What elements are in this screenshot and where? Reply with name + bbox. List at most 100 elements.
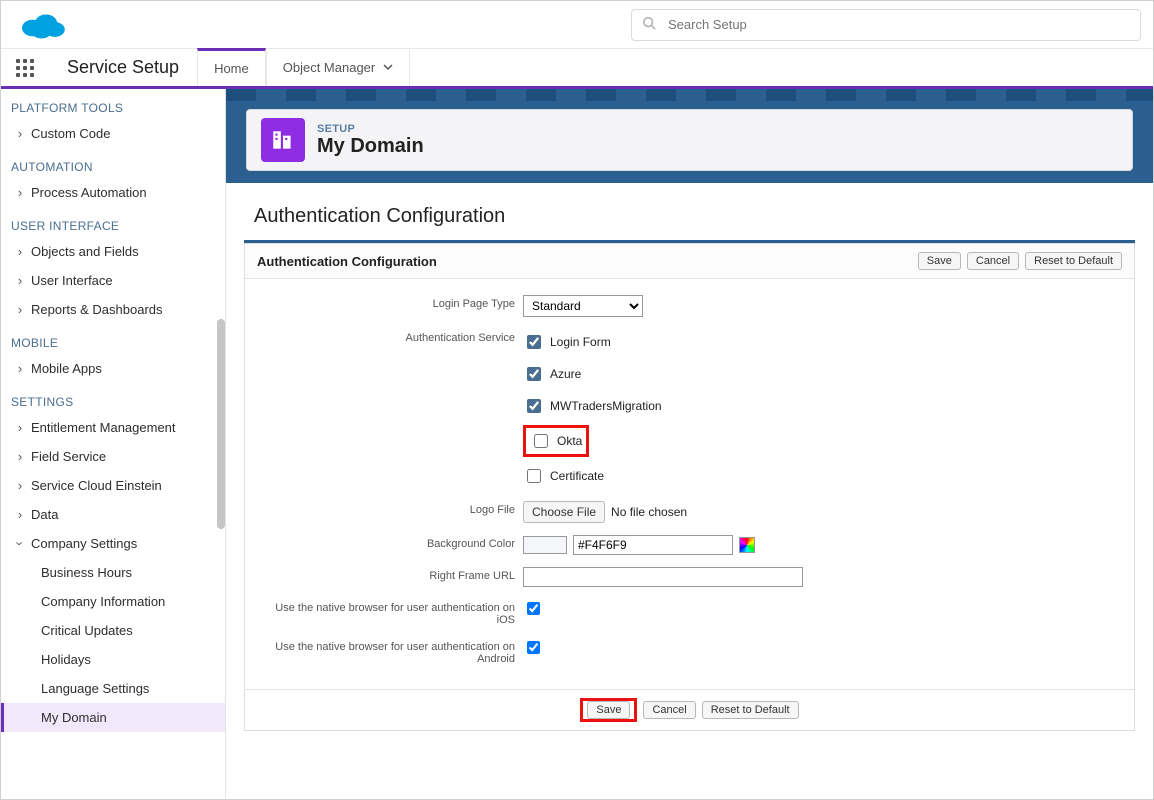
option-label: Login Form [550,335,611,349]
option-label: Okta [557,434,582,448]
search-input[interactable] [666,16,1130,33]
sidebar-item-company-information[interactable]: Company Information [1,587,225,616]
app-title: Service Setup [49,49,197,86]
sidebar-item-custom-code[interactable]: › Custom Code [1,119,225,148]
sidebar-item-label: Critical Updates [41,623,133,638]
highlight-box: Okta [523,425,589,457]
tab-object-manager[interactable]: Object Manager [266,49,411,86]
sidebar-item-label: User Interface [31,273,113,288]
sidebar-item-label: Company Settings [31,536,137,551]
scrollbar-thumb[interactable] [217,319,225,529]
login-page-type-select[interactable]: Standard [523,295,643,317]
setup-sidebar: PLATFORM TOOLS › Custom Code AUTOMATION ›… [1,89,226,798]
sidebar-item-company-settings[interactable]: ›Company Settings [1,529,225,558]
sidebar-heading: MOBILE [1,324,225,354]
save-button[interactable]: Save [587,701,630,719]
sidebar-item-business-hours[interactable]: Business Hours [1,558,225,587]
chevron-down-icon [383,60,393,75]
sidebar-item-label: Data [31,507,58,522]
field-label: Right Frame URL [263,567,523,582]
hero-eyebrow: SETUP [317,123,424,135]
sidebar-item-my-domain[interactable]: My Domain [1,703,225,732]
my-domain-icon [261,118,305,162]
auth-service-option-okta[interactable]: Okta [530,431,582,451]
color-swatch [523,536,567,554]
sidebar-item-data[interactable]: › Data [1,500,225,529]
salesforce-logo [19,9,67,41]
field-label: Use the native browser for user authenti… [263,599,523,626]
sidebar-item-label: Entitlement Management [31,420,176,435]
field-label: Login Page Type [263,295,523,310]
sidebar-item-field-service[interactable]: › Field Service [1,442,225,471]
option-label: Certificate [550,469,604,483]
native-android-checkbox[interactable] [527,641,540,654]
sidebar-item-reports-dashboards[interactable]: › Reports & Dashboards [1,295,225,324]
auth-service-option-certificate[interactable]: Certificate [523,466,604,486]
sidebar-item-entitlement-management[interactable]: › Entitlement Management [1,413,225,442]
reset-to-default-button[interactable]: Reset to Default [702,701,799,719]
panel-title: Authentication Configuration [257,254,437,269]
right-frame-url-input[interactable] [523,567,803,587]
background-color-input[interactable] [573,535,733,555]
sidebar-heading: AUTOMATION [1,148,225,178]
checkbox[interactable] [534,434,548,448]
expand-icon: › [13,126,27,141]
reset-to-default-button[interactable]: Reset to Default [1025,252,1122,270]
field-label: Authentication Service [263,329,523,344]
auth-service-option-mwtraders[interactable]: MWTradersMigration [523,396,662,416]
sidebar-item-label: Company Information [41,594,165,609]
sidebar-item-mobile-apps[interactable]: › Mobile Apps [1,354,225,383]
sidebar-item-label: Custom Code [31,126,110,141]
auth-service-option-azure[interactable]: Azure [523,364,581,384]
choose-file-button[interactable]: Choose File [523,501,605,523]
auth-config-panel: Authentication Configuration Save Cancel… [244,243,1135,731]
sidebar-item-label: Business Hours [41,565,132,580]
sidebar-item-objects-and-fields[interactable]: ›Objects and Fields [1,237,225,266]
app-launcher-icon[interactable] [1,49,49,86]
checkbox[interactable] [527,335,541,349]
field-label: Logo File [263,501,523,516]
checkbox[interactable] [527,399,541,413]
expand-icon: › [13,185,27,200]
tab-home[interactable]: Home [197,48,266,86]
sidebar-item-label: Reports & Dashboards [31,302,163,317]
global-search[interactable] [631,9,1141,41]
expand-icon: › [13,449,27,464]
expand-icon: › [13,420,27,435]
file-status: No file chosen [611,505,687,519]
sidebar-item-label: My Domain [41,710,107,725]
sidebar-item-process-automation[interactable]: ›Process Automation [1,178,225,207]
sidebar-heading: PLATFORM TOOLS [1,89,225,119]
page-title: Authentication Configuration [226,183,1153,240]
cancel-button[interactable]: Cancel [967,252,1019,270]
option-label: Azure [550,367,581,381]
app-nav: Service Setup Home Object Manager [1,49,1153,89]
sidebar-item-user-interface[interactable]: › User Interface [1,266,225,295]
sidebar-item-label: Mobile Apps [31,361,102,376]
expand-icon: › [13,302,27,317]
search-icon [642,16,656,33]
sidebar-item-language-settings[interactable]: Language Settings [1,674,225,703]
field-label: Use the native browser for user authenti… [263,638,523,665]
checkbox[interactable] [527,469,541,483]
global-header [1,1,1153,49]
expand-icon: › [13,244,27,259]
auth-service-option-login-form[interactable]: Login Form [523,332,611,352]
save-button[interactable]: Save [918,252,961,270]
expand-icon: › [13,507,27,522]
tab-label: Home [214,61,249,76]
sidebar-item-label: Field Service [31,449,106,464]
native-ios-checkbox[interactable] [527,602,540,615]
sidebar-item-service-cloud-einstein[interactable]: ›Service Cloud Einstein [1,471,225,500]
expand-icon: › [13,478,27,493]
sidebar-item-critical-updates[interactable]: Critical Updates [1,616,225,645]
tab-label: Object Manager [283,60,376,75]
checkbox[interactable] [527,367,541,381]
sidebar-item-holidays[interactable]: Holidays [1,645,225,674]
expand-icon: › [13,361,27,376]
collapse-icon: › [13,537,28,551]
sidebar-item-label: Language Settings [41,681,149,696]
color-picker-icon[interactable] [739,537,755,553]
expand-icon: › [13,273,27,288]
cancel-button[interactable]: Cancel [643,701,695,719]
